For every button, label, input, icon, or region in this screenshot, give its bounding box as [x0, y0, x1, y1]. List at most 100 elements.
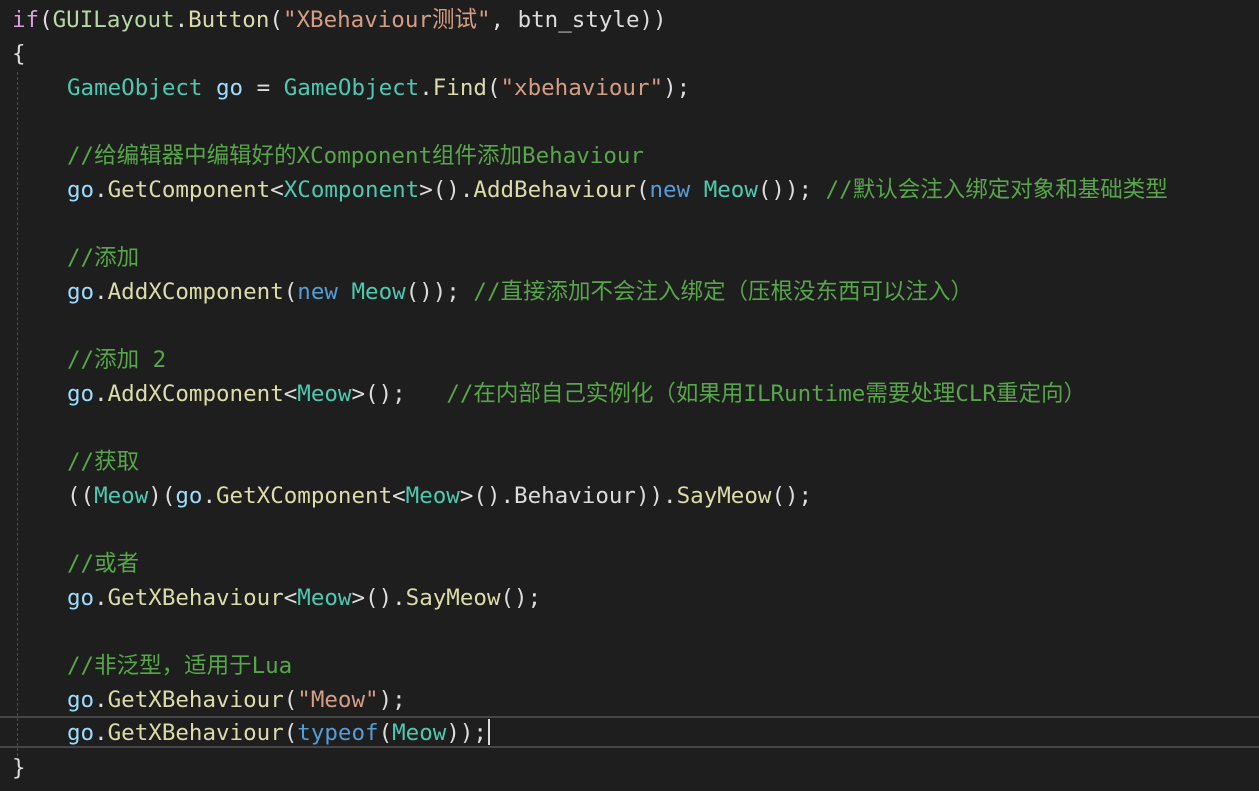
- punct: (: [283, 720, 298, 746]
- type-name: Meow: [703, 177, 758, 203]
- punct: .: [94, 279, 108, 305]
- punct: (: [269, 7, 283, 33]
- punct: ());: [405, 279, 474, 305]
- method-name: Button: [188, 7, 270, 33]
- open-brace: {: [12, 41, 26, 67]
- punct: .: [94, 720, 108, 746]
- code-line-23[interactable]: }: [12, 751, 26, 785]
- keyword-if: if: [12, 7, 40, 33]
- string-literal: "Meow": [297, 687, 379, 713]
- code-line-22[interactable]: go.GetXBehaviour(typeof(Meow));: [67, 716, 490, 750]
- punct: );: [663, 75, 691, 101]
- punct: ((: [67, 483, 95, 509]
- method-name: GetXBehaviour: [107, 687, 284, 713]
- type-name: Meow: [297, 585, 352, 611]
- punct: ,: [490, 7, 518, 33]
- punct: ().: [365, 585, 406, 611]
- code-line-14[interactable]: //获取: [67, 445, 139, 479]
- keyword-new: new: [649, 177, 691, 203]
- punct: .: [174, 7, 189, 33]
- comment: //给编辑器中编辑好的XComponent组件添加Behaviour: [67, 143, 644, 169]
- punct: <: [283, 585, 298, 611]
- punct: <: [283, 381, 298, 407]
- code-line-12[interactable]: go.AddXComponent<Meow>(); //在内部自己实例化（如果用…: [67, 377, 1086, 411]
- code-line-6[interactable]: go.GetComponent<XComponent>().AddBehavio…: [67, 173, 1168, 207]
- type-name: XComponent: [283, 177, 420, 203]
- close-brace: }: [12, 755, 26, 781]
- variable-name: go: [67, 720, 95, 746]
- keyword-new: new: [297, 279, 338, 305]
- punct: ));: [446, 720, 487, 746]
- comment: //添加: [67, 245, 140, 271]
- type-name: GameObject: [283, 75, 420, 101]
- code-line-21[interactable]: go.GetXBehaviour("Meow");: [67, 683, 406, 717]
- punct: )).: [635, 483, 677, 509]
- comment: //默认会注入绑定对象和基础类型: [825, 177, 1168, 203]
- property-name: Behaviour: [514, 483, 636, 509]
- punct: ());: [757, 177, 826, 203]
- class-name: GUILayout: [52, 7, 175, 33]
- punct: ().: [432, 177, 474, 203]
- variable-name: go: [216, 75, 244, 101]
- method-name: GetXComponent: [216, 483, 393, 509]
- comment: //或者: [67, 551, 140, 577]
- method-name: AddBehaviour: [473, 177, 636, 203]
- variable-name: go: [67, 279, 95, 305]
- type-name: Meow: [392, 720, 447, 746]
- punct: )(: [148, 483, 176, 509]
- assign-operator: =: [243, 75, 284, 101]
- punct: <: [392, 483, 406, 509]
- code-line-5[interactable]: //给编辑器中编辑好的XComponent组件添加Behaviour: [67, 139, 644, 173]
- punct: .: [94, 381, 108, 407]
- code-line-11[interactable]: //添加 2: [67, 343, 166, 377]
- code-line-17[interactable]: //或者: [67, 547, 139, 581]
- punct: ();: [365, 381, 447, 407]
- comment: //在内部自己实例化（如果用ILRuntime需要处理CLR重定向）: [446, 381, 1086, 407]
- punct: >: [459, 483, 474, 509]
- punct: >: [351, 381, 366, 407]
- code-line-2[interactable]: {: [12, 37, 26, 71]
- string-literal: "XBehaviour测试": [282, 7, 491, 33]
- punct: (: [635, 177, 650, 203]
- method-name: GetXBehaviour: [107, 585, 284, 611]
- punct: (: [486, 75, 501, 101]
- punct: .: [94, 687, 108, 713]
- punct: );: [378, 687, 406, 713]
- punct: )): [639, 7, 667, 33]
- type-name: Meow: [297, 381, 352, 407]
- variable-name: go: [67, 381, 95, 407]
- punct: .: [94, 585, 108, 611]
- code-line-8[interactable]: //添加: [67, 241, 139, 275]
- method-name: SayMeow: [405, 585, 501, 611]
- method-name: AddXComponent: [107, 279, 284, 305]
- method-name: AddXComponent: [107, 381, 284, 407]
- type-name: Meow: [351, 279, 406, 305]
- comment: //添加 2: [67, 347, 167, 373]
- code-line-15[interactable]: ((Meow)(go.GetXComponent<Meow>().Behavio…: [67, 479, 812, 513]
- punct: .: [419, 75, 433, 101]
- punct: (: [378, 720, 393, 746]
- variable-name: go: [67, 177, 95, 203]
- argument: btn_style: [517, 7, 640, 33]
- method-name: Find: [432, 75, 487, 101]
- comment: //直接添加不会注入绑定（压根没东西可以注入）: [473, 279, 973, 305]
- punct: ();: [771, 483, 813, 509]
- code-editor[interactable]: if(GUILayout.Button("XBehaviour测试", btn_…: [0, 0, 1259, 791]
- code-line-9[interactable]: go.AddXComponent(new Meow()); //直接添加不会注入…: [67, 275, 973, 309]
- code-line-3[interactable]: GameObject go = GameObject.Find("xbehavi…: [67, 71, 690, 105]
- variable-name: go: [67, 687, 95, 713]
- punct: >: [351, 585, 366, 611]
- code-line-1[interactable]: if(GUILayout.Button("XBehaviour测试", btn_…: [12, 3, 667, 37]
- punct: (: [283, 279, 298, 305]
- code-line-20[interactable]: //非泛型，适用于Lua: [67, 649, 292, 683]
- string-literal: "xbehaviour": [500, 75, 664, 101]
- method-name: GetComponent: [107, 177, 271, 203]
- code-line-18[interactable]: go.GetXBehaviour<Meow>().SayMeow();: [67, 581, 541, 615]
- comment: //获取: [67, 449, 140, 475]
- method-name: SayMeow: [676, 483, 772, 509]
- punct: (: [39, 7, 53, 33]
- punct: <: [270, 177, 284, 203]
